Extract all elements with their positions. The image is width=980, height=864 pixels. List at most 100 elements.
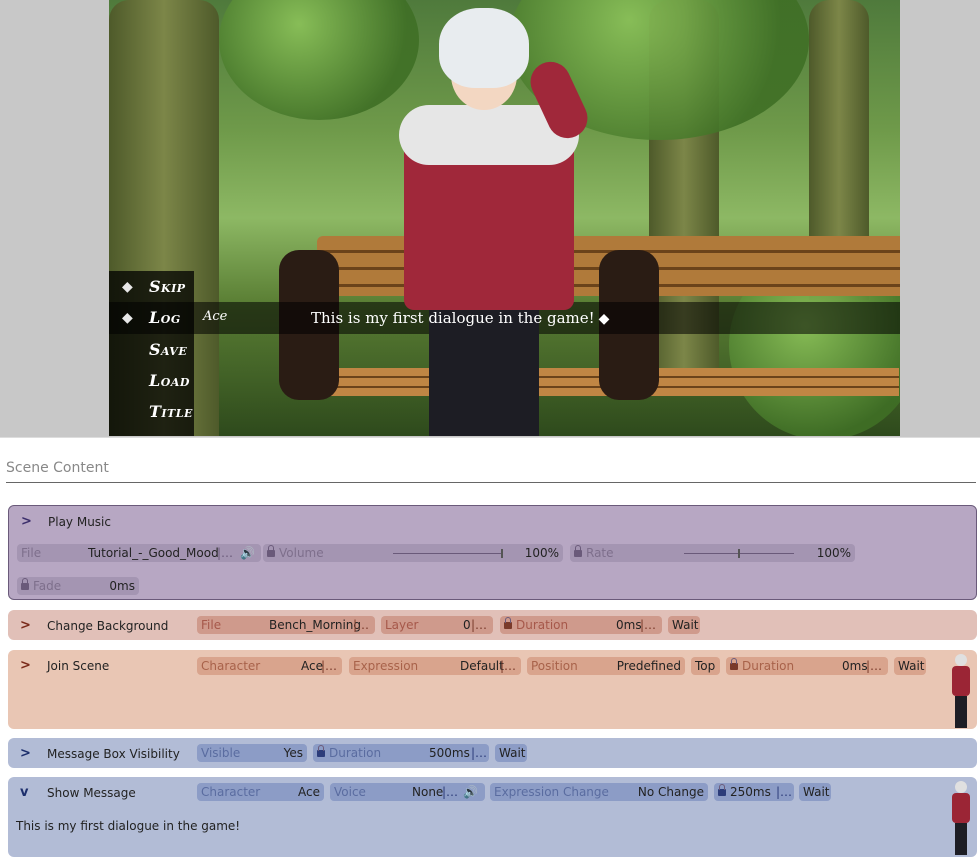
lock-icon[interactable]	[21, 578, 29, 590]
speaker-icon[interactable]: 🔊	[463, 783, 478, 801]
music-rate-field[interactable]: Rate 100%	[570, 544, 855, 562]
join-expression-field[interactable]: Expression Default |…	[349, 657, 521, 675]
command-play-music[interactable]: > Play Music File Tutorial_-_Good_Mood |…	[8, 505, 977, 600]
continue-icon: ◆	[598, 311, 610, 327]
field-value: Ace	[301, 659, 323, 673]
field-label: Layer	[385, 618, 419, 632]
toggle-label: Wait	[499, 746, 526, 760]
field-value: Predefined	[616, 659, 681, 673]
more-icon[interactable]: |…	[640, 616, 656, 634]
game-view: ◆ Skip ◆ Log Save Load Title Ace This is…	[109, 0, 900, 436]
field-value: Yes	[283, 746, 303, 760]
section-title: Scene Content	[6, 460, 109, 476]
background-duration-field[interactable]: Duration 0ms |…	[500, 616, 662, 634]
menu-log[interactable]: Log	[149, 308, 181, 327]
command-title: Message Box Visibility	[47, 747, 180, 761]
lock-icon[interactable]	[574, 545, 582, 557]
more-icon[interactable]: |…	[217, 544, 233, 562]
join-wait-toggle[interactable]: Wait	[894, 657, 926, 675]
diamond-icon: ◆	[122, 279, 133, 295]
command-show-message[interactable]: v Show Message Character Ace Voice None …	[8, 777, 977, 857]
visibility-wait-toggle[interactable]: Wait	[495, 744, 527, 762]
field-value: 0	[463, 618, 471, 632]
chevron-down-icon[interactable]: v	[20, 785, 28, 800]
field-label: Voice	[334, 785, 366, 799]
visibility-duration-field[interactable]: Duration 500ms |…	[313, 744, 489, 762]
menu-load[interactable]: Load	[149, 371, 190, 390]
option-label: Top	[695, 659, 716, 673]
field-label: Character	[201, 659, 261, 673]
command-join-scene[interactable]: > Join Scene Character Ace |… Expression…	[8, 650, 977, 729]
join-top-option[interactable]: Top	[691, 657, 720, 675]
command-message-box-visibility[interactable]: > Message Box Visibility Visible Yes Dur…	[8, 738, 977, 768]
message-duration-field[interactable]: 250ms |…	[714, 783, 794, 801]
background-file-field[interactable]: File Bench_Morning |…	[197, 616, 375, 634]
join-duration-field[interactable]: Duration 0ms |…	[726, 657, 888, 675]
background-wait-toggle[interactable]: Wait	[668, 616, 700, 634]
chevron-right-icon[interactable]: >	[20, 746, 31, 761]
character-thumbnail	[948, 652, 974, 728]
message-expression-change-field[interactable]: Expression Change No Change	[490, 783, 708, 801]
speaker-icon[interactable]: 🔊	[240, 544, 255, 562]
volume-slider[interactable]	[393, 549, 503, 558]
field-label: Duration	[516, 618, 569, 632]
field-label: Duration	[742, 659, 795, 673]
more-icon[interactable]: |…	[353, 616, 369, 634]
command-title: Join Scene	[47, 659, 110, 673]
menu-skip[interactable]: Skip	[149, 277, 186, 296]
speaker-name: Ace	[203, 309, 228, 324]
slider-knob[interactable]	[501, 549, 503, 558]
scene-content-panel: Scene Content > Play Music File Tutorial…	[0, 437, 980, 864]
character-sprite	[399, 0, 629, 436]
field-label: Duration	[329, 746, 382, 760]
field-value: 0ms	[109, 579, 135, 593]
lock-icon[interactable]	[730, 658, 738, 670]
menu-title[interactable]: Title	[149, 402, 193, 421]
more-icon[interactable]: |…	[442, 783, 458, 801]
lock-icon[interactable]	[267, 545, 275, 557]
chevron-right-icon[interactable]: >	[20, 618, 31, 633]
field-value: 0ms	[842, 659, 868, 673]
more-icon[interactable]: |…	[471, 744, 487, 762]
field-value: None	[412, 785, 444, 799]
more-icon[interactable]: |…	[500, 657, 516, 675]
command-title: Play Music	[48, 515, 111, 529]
message-wait-toggle[interactable]: Wait	[799, 783, 831, 801]
field-value: 250ms	[730, 785, 771, 799]
lock-icon[interactable]	[504, 617, 512, 629]
more-icon[interactable]: |…	[471, 616, 487, 634]
message-voice-field[interactable]: Voice None |… 🔊	[330, 783, 485, 801]
join-position-field[interactable]: Position Predefined	[527, 657, 685, 675]
field-value: Ace	[298, 785, 320, 799]
more-icon[interactable]: |…	[776, 783, 792, 801]
join-character-field[interactable]: Character Ace |…	[197, 657, 342, 675]
music-fade-field[interactable]: Fade 0ms	[17, 577, 139, 595]
lock-icon[interactable]	[317, 745, 325, 757]
field-value: 0ms	[616, 618, 642, 632]
command-title: Change Background	[47, 619, 169, 633]
rate-slider[interactable]	[684, 549, 794, 558]
menu-save[interactable]: Save	[149, 340, 187, 359]
message-body-text[interactable]: This is my first dialogue in the game!	[16, 819, 240, 833]
lock-icon[interactable]	[718, 784, 726, 796]
more-icon[interactable]: |…	[321, 657, 337, 675]
dialogue-text[interactable]: This is my first dialogue in the game! ◆	[311, 309, 609, 327]
field-value: Default	[460, 659, 504, 673]
quick-menu: ◆ Skip ◆ Log Save Load Title	[109, 271, 194, 436]
game-preview-area: ◆ Skip ◆ Log Save Load Title Ace This is…	[0, 0, 980, 437]
background-layer-field[interactable]: Layer 0 |…	[381, 616, 493, 634]
slider-knob[interactable]	[738, 549, 740, 558]
music-file-field[interactable]: File Tutorial_-_Good_Mood |… 🔊	[17, 544, 261, 562]
field-label: Volume	[279, 546, 324, 560]
toggle-label: Wait	[898, 659, 925, 673]
field-label: Expression	[353, 659, 419, 673]
music-volume-field[interactable]: Volume 100%	[263, 544, 563, 562]
chevron-right-icon[interactable]: >	[21, 514, 32, 529]
message-character-field[interactable]: Character Ace	[197, 783, 324, 801]
visibility-visible-field[interactable]: Visible Yes	[197, 744, 307, 762]
dialogue-line: This is my first dialogue in the game!	[311, 309, 595, 327]
field-value: 500ms	[429, 746, 470, 760]
more-icon[interactable]: |…	[866, 657, 882, 675]
chevron-right-icon[interactable]: >	[20, 658, 31, 673]
command-change-background[interactable]: > Change Background File Bench_Morning |…	[8, 610, 977, 640]
